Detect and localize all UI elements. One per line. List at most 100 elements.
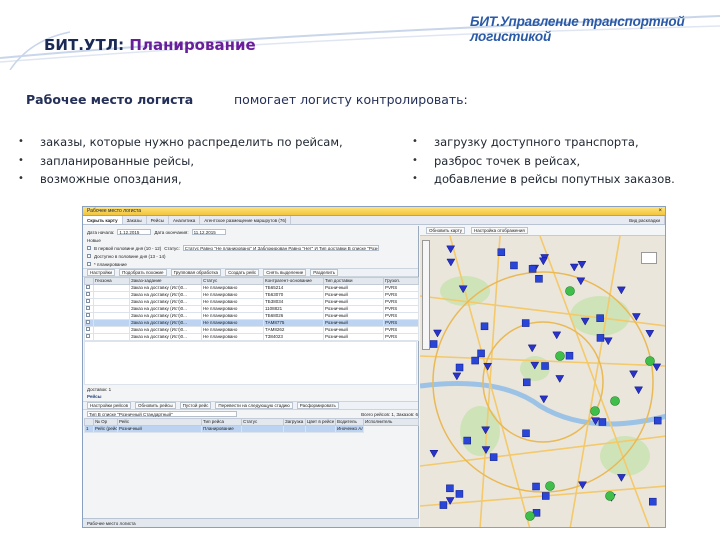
stop-marker-icon [528, 265, 537, 273]
end-date-label: Дата окончания: [154, 229, 189, 235]
row-checkbox-cell[interactable] [84, 284, 94, 292]
window-title: Рабочее место логиста [83, 207, 665, 216]
clear-selection-button[interactable]: Снять выделение [263, 269, 307, 276]
orders-toolbar: Настройки Подобрать похожие Групповая об… [83, 268, 418, 277]
order-marker-icon [527, 344, 537, 353]
cluster-marker-icon [605, 491, 615, 501]
column-header: Статус [201, 277, 264, 285]
table-cell: PVRS [383, 326, 419, 334]
layers-icon[interactable] [641, 252, 657, 264]
stop-marker-icon [523, 378, 531, 387]
create-trip-button[interactable]: Создать рейс [225, 269, 260, 276]
filter-row: В первой половине дня (10 - 12) Статус: … [83, 244, 418, 252]
tab-analytics[interactable]: Аналитика [169, 216, 201, 224]
status-filter-field[interactable]: Статус Равно "Не планировано" И Заблокир… [182, 245, 379, 251]
table-row[interactable]: Заказ на доставку (Ист)0... Не планирован… [84, 284, 419, 292]
trip-settings-button[interactable]: Настройки рейсов [87, 402, 132, 409]
bullet-item: возможные опоздания, [18, 170, 343, 189]
status-bar: Рабочее место логиста [83, 518, 419, 527]
row-checkbox[interactable] [86, 320, 90, 324]
tab-trips[interactable]: Рейсы [147, 216, 169, 224]
order-marker-icon [616, 474, 626, 482]
row-checkbox[interactable] [86, 313, 90, 317]
lead-left: Рабочее место логиста [26, 92, 194, 107]
row-checkbox-cell[interactable] [84, 326, 94, 334]
date-start-field[interactable]: 1.12.2015 [117, 229, 152, 235]
trips-filter-field[interactable]: Тип В списке "Розничный Стандартный" [87, 411, 237, 417]
filter-row: * планирование [83, 260, 418, 268]
group-processing-button[interactable]: Групповая обработка [170, 269, 222, 276]
stop-marker-icon [522, 429, 530, 438]
row-checkbox[interactable] [86, 306, 90, 310]
map-zoom-control[interactable] [422, 240, 430, 350]
settings-button[interactable]: Настройки [87, 269, 116, 276]
row-checkbox-cell[interactable] [84, 291, 94, 299]
empty-trip-button[interactable]: Пустой рейс [179, 402, 212, 409]
refresh-map-button[interactable]: Обновить карту [426, 227, 465, 234]
table-row[interactable]: Заказ на доставку (Ист)0... Не планирован… [84, 305, 419, 313]
table-row[interactable]: Заказ на доставку (Ист)0... Не планирован… [84, 326, 419, 334]
filter-checkbox[interactable] [87, 246, 91, 250]
column-header: Тип рейса [201, 418, 242, 426]
map-canvas[interactable] [420, 236, 665, 527]
order-marker-icon [616, 286, 626, 295]
row-checkbox[interactable] [86, 299, 90, 303]
tab-hide-map[interactable]: Скрыть карту [83, 216, 123, 224]
next-stage-button[interactable]: Перевести на следующую стадию [215, 402, 293, 409]
stop-marker-icon [489, 453, 498, 461]
table-cell: Не планировано [201, 312, 264, 320]
table-row[interactable]: Заказ на доставку (Ист)0... Не планирован… [84, 298, 419, 306]
bullet-list-left: заказы, которые нужно распределить по ре… [18, 133, 343, 189]
table-row[interactable]: 1Рейс (рейс) 300071444 от ...РозничныйПл… [84, 425, 419, 433]
row-checkbox[interactable] [86, 292, 90, 296]
table-row[interactable]: Заказ на доставку (Ист)0... Не планирован… [84, 319, 419, 327]
row-checkbox[interactable] [86, 334, 90, 338]
tab-orders[interactable]: Заказы [123, 216, 147, 224]
order-marker-icon [539, 395, 549, 404]
table-cell: Розничный [323, 319, 384, 327]
display-settings-button[interactable]: Настройка отображения [470, 227, 528, 234]
table-cell: Не планировано [201, 298, 264, 306]
bullet-item: добавление в рейсы попутных заказов. [412, 170, 675, 189]
trips-toolbar: Настройки рейсов Обновить рейсы Пустой р… [83, 401, 418, 410]
bullet-item: запланированные рейсы, [18, 152, 343, 171]
row-checkbox-cell[interactable] [84, 333, 94, 341]
table-cell: Заказ на доставку (Ист)0... [129, 298, 202, 306]
split-button[interactable]: Разделить [310, 269, 339, 276]
disband-button[interactable]: Расформировать [296, 402, 339, 409]
filter-checkbox[interactable] [87, 254, 91, 258]
row-checkbox[interactable] [86, 285, 90, 289]
column-header [84, 277, 94, 285]
table-cell: Розничный [323, 305, 384, 313]
table-row[interactable]: Заказ на доставку (Ист)0... Не планирован… [84, 312, 419, 320]
map-panel[interactable]: Обновить карту Настройка отображения [420, 226, 665, 527]
close-icon[interactable]: × [658, 207, 662, 216]
row-checkbox[interactable] [86, 327, 90, 331]
filter-checkbox[interactable] [87, 262, 91, 266]
stop-marker-icon [471, 356, 479, 365]
table-row[interactable]: Заказ на доставку (Ист)0... Не планирован… [84, 333, 419, 341]
column-header: Рейс [117, 418, 202, 426]
date-end-field[interactable]: 11.12.2015 [191, 229, 226, 235]
table-cell: Заказ на доставку (Ист)0... [129, 333, 202, 341]
refresh-trips-button[interactable]: Обновить рейсы [135, 402, 176, 409]
column-header [84, 418, 94, 426]
trips-table: № Ор Рейс Тип рейса Статус Загрузка Цвет в ре… [84, 418, 419, 433]
row-checkbox-cell[interactable] [84, 305, 94, 313]
order-marker-icon [555, 375, 565, 383]
orders-header-row: Геозона Заказ-задание Статус Контрагент-осн… [84, 277, 419, 285]
order-marker-icon [538, 257, 548, 266]
table-cell [93, 333, 130, 341]
filter-row: Новые [83, 236, 418, 244]
stop-marker-icon [598, 418, 607, 426]
row-checkbox-cell[interactable] [84, 312, 94, 320]
tab-agent-routes[interactable]: Агентское размещение маршрутов (76) [200, 216, 292, 224]
cluster-marker-icon [545, 481, 555, 491]
table-cell: PVRS [383, 333, 419, 341]
row-checkbox-cell[interactable] [84, 298, 94, 306]
table-row[interactable]: Заказ на доставку (Ист)0... Не планирован… [84, 291, 419, 299]
view-layout-button[interactable]: Вид раскладки [625, 216, 665, 224]
find-similar-button[interactable]: Подобрать похожие [119, 269, 167, 276]
row-checkbox-cell[interactable] [84, 319, 94, 327]
table-cell: ТБ38034 [263, 298, 324, 306]
